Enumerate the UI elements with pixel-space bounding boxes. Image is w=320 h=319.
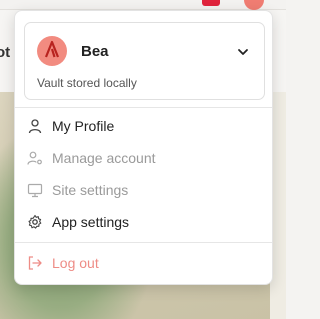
- menu-item-label: My Profile: [52, 118, 115, 134]
- logo-a-icon: [44, 40, 60, 63]
- logout-icon: [27, 255, 43, 271]
- user-cog-icon: [27, 150, 43, 166]
- vault-status-text: Vault stored locally: [37, 76, 137, 90]
- menu-item-label: Log out: [52, 255, 99, 271]
- notification-badge[interactable]: [202, 0, 220, 6]
- account-dropdown-menu: Bea Vault stored locally My Profile Mana…: [14, 10, 273, 285]
- monitor-icon: [27, 182, 43, 198]
- user-avatar: [37, 36, 67, 66]
- account-switcher[interactable]: Bea Vault stored locally: [24, 22, 265, 100]
- divider: [15, 107, 272, 108]
- menu-item-site-settings: Site settings: [15, 175, 272, 205]
- menu-item-app-settings[interactable]: App settings: [15, 207, 272, 237]
- chevron-down-icon[interactable]: [236, 45, 250, 59]
- menu-item-my-profile[interactable]: My Profile: [15, 111, 272, 141]
- user-icon: [27, 118, 43, 134]
- menu-item-label: Manage account: [52, 150, 156, 166]
- menu-item-label: Site settings: [52, 182, 129, 198]
- menu-item-label: App settings: [52, 214, 130, 230]
- menu-item-manage-account: Manage account: [15, 143, 272, 173]
- menu-item-log-out[interactable]: Log out: [15, 248, 272, 278]
- user-name: Bea: [81, 43, 109, 60]
- page-heading-fragment: ot: [0, 44, 11, 61]
- top-bar: [0, 0, 286, 10]
- gear-icon: [27, 214, 43, 230]
- divider: [15, 242, 272, 243]
